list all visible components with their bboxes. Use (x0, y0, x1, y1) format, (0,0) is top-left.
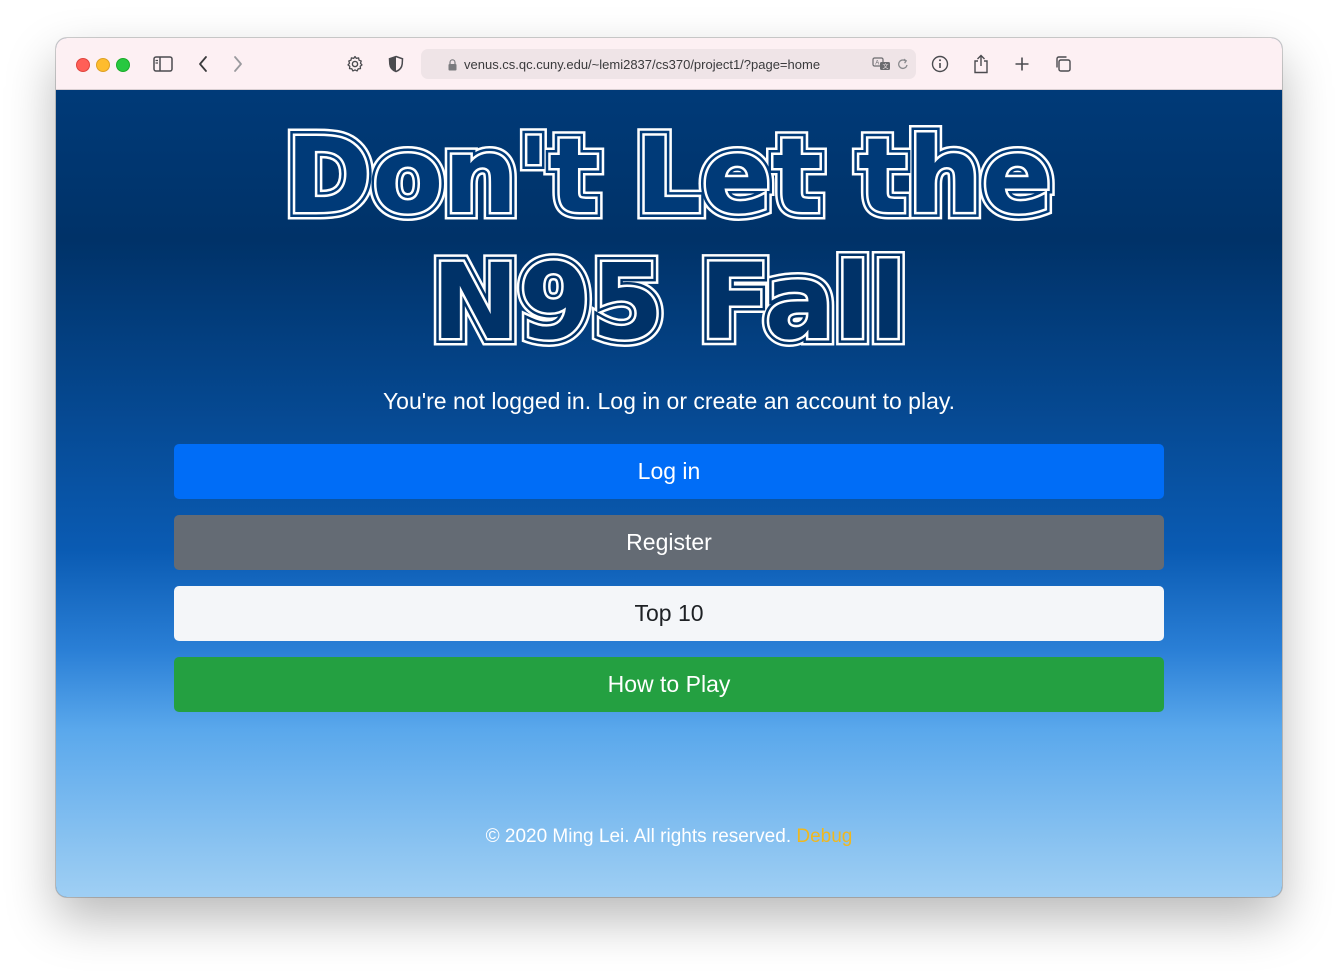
page-content: Don't Let the Don't Let the Don't Let th… (56, 90, 1282, 897)
close-window-button[interactable] (76, 58, 90, 72)
share-icon[interactable] (969, 52, 993, 76)
copyright-text: © 2020 Ming Lei. All rights reserved. (485, 826, 792, 847)
title-line-2-core: N95 Fall (432, 241, 906, 350)
title-line-1-core: Don't Let the (286, 120, 1053, 237)
game-title-logo: Don't Let the Don't Let the Don't Let th… (278, 120, 1060, 350)
translate-icon[interactable]: A文 (872, 56, 892, 77)
register-button[interactable]: Register (174, 515, 1164, 570)
debug-link[interactable]: Debug (796, 826, 852, 847)
minimize-window-button[interactable] (96, 58, 110, 72)
game-title: Don't Let the Don't Let the Don't Let th… (56, 120, 1282, 350)
sidebar-icon[interactable] (151, 52, 175, 76)
tabs-overview-icon[interactable] (1051, 52, 1075, 76)
svg-text:A: A (875, 61, 879, 67)
browser-toolbar: venus.cs.qc.cuny.edu/~lemi2837/cs370/pro… (56, 38, 1282, 90)
forward-icon[interactable] (226, 52, 250, 76)
browser-window: venus.cs.qc.cuny.edu/~lemi2837/cs370/pro… (56, 38, 1282, 897)
footer: © 2020 Ming Lei. All rights reserved. De… (56, 826, 1282, 848)
new-tab-icon[interactable] (1010, 52, 1034, 76)
top-10-button[interactable]: Top 10 (174, 586, 1164, 641)
address-bar[interactable]: venus.cs.qc.cuny.edu/~lemi2837/cs370/pro… (421, 49, 916, 79)
svg-text:文: 文 (883, 63, 889, 71)
lock-icon (448, 58, 457, 76)
maximize-window-button[interactable] (116, 58, 130, 72)
shield-icon[interactable] (384, 52, 408, 76)
info-icon[interactable] (928, 52, 952, 76)
reload-icon[interactable] (897, 57, 909, 76)
settings-icon[interactable] (343, 52, 367, 76)
login-status-message: You're not logged in. Log in or create a… (382, 388, 956, 414)
how-to-play-button[interactable]: How to Play (174, 657, 1164, 712)
login-button[interactable]: Log in (174, 444, 1164, 499)
back-icon[interactable] (191, 52, 215, 76)
address-url[interactable]: venus.cs.qc.cuny.edu/~lemi2837/cs370/pro… (464, 57, 820, 72)
